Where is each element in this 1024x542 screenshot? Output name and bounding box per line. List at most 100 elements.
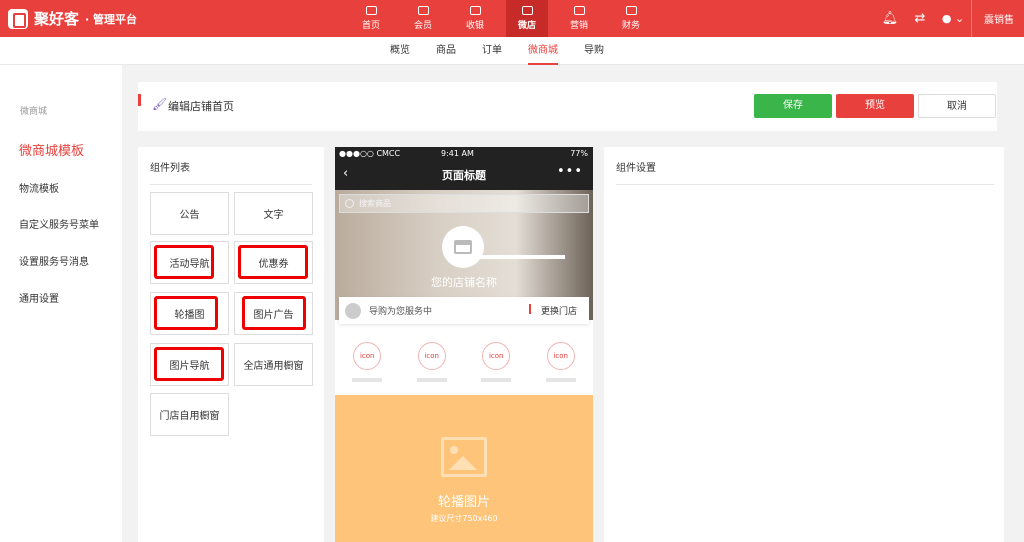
placeholder-icon: icon	[546, 342, 575, 370]
component-self-window[interactable]: 门店自用橱窗	[150, 393, 229, 436]
guide-bar: 导购为您服务中 更换门店	[339, 297, 589, 324]
topnav-label: 微店	[517, 21, 536, 31]
component-settings-panel: 组件设置	[604, 147, 1004, 542]
component-notice[interactable]: 公告	[150, 192, 229, 235]
search-icon	[345, 199, 354, 208]
placeholder-icon: icon	[353, 342, 382, 370]
battery-label: 77%	[570, 149, 588, 158]
phone-preview: ●●●○○ CMCC 9:41 AM 77% ‹ 页面标题 ••• 搜索商品 您…	[335, 147, 593, 542]
brand-subtitle: · 管理平台	[85, 12, 138, 26]
component-store-window[interactable]: 全店通用橱窗	[234, 343, 313, 386]
component-carousel[interactable]: 轮播图	[150, 292, 229, 335]
cashier-icon	[469, 6, 481, 15]
search-input[interactable]: 搜索商品	[339, 194, 589, 213]
phone-status-bar: ●●●○○ CMCC 9:41 AM 77%	[335, 147, 593, 160]
icon-nav-item[interactable]: icon	[414, 332, 450, 390]
sidebar-item-messages[interactable]: 设置服务号消息	[19, 253, 89, 268]
label-placeholder	[545, 378, 576, 382]
sliders-icon[interactable]: ⇄	[905, 0, 935, 37]
sidebar-title: 微商城	[20, 107, 48, 117]
subnav-microshop[interactable]: 微商城	[528, 37, 558, 65]
topnav-marketing[interactable]: 营销	[558, 0, 600, 37]
icon-nav-item[interactable]: icon	[478, 332, 514, 390]
shop-icon	[521, 6, 533, 15]
subnav-products[interactable]: 商品	[436, 37, 456, 65]
carousel-placeholder[interactable]: 轮播图片 建议尺寸750x460	[335, 395, 593, 542]
crown-icon	[417, 6, 429, 15]
change-store-link[interactable]: 更换门店	[541, 304, 577, 317]
subnav-guide[interactable]: 导购	[584, 37, 604, 65]
phone-nav-bar: ‹ 页面标题 •••	[335, 160, 593, 190]
topnav-label: 营销	[569, 21, 588, 31]
search-placeholder: 搜索商品	[359, 199, 391, 208]
component-list-title: 组件列表	[150, 163, 190, 174]
shop-switcher[interactable]: 震销售	[971, 0, 1024, 37]
accent-bar	[138, 94, 141, 106]
label-placeholder	[416, 378, 447, 382]
phone-page-title: 页面标题	[442, 169, 486, 182]
brush-icon: 🖌︎	[152, 97, 168, 111]
store-icon	[454, 240, 472, 254]
topnav-cashier[interactable]: 收银	[454, 0, 496, 37]
component-text[interactable]: 文字	[234, 192, 313, 235]
sidebar-item-logistics[interactable]: 物流模板	[19, 180, 59, 195]
sidebar-item-templates[interactable]: 微商城模板	[19, 140, 84, 159]
settings-title: 组件设置	[616, 163, 656, 174]
brand-name: 聚好客	[34, 10, 80, 28]
sub-nav: 概览 商品 订单 微商城 导购	[0, 37, 1024, 65]
topnav-label: 会员	[413, 21, 432, 31]
topnav-label: 财务	[621, 21, 640, 31]
carousel-title: 轮播图片	[437, 495, 490, 510]
box-icon	[573, 6, 585, 15]
placeholder-icon: icon	[482, 342, 511, 370]
list-icon	[529, 304, 538, 314]
icon-nav-row: icon icon icon icon	[335, 332, 593, 390]
subnav-orders[interactable]: 订单	[482, 37, 502, 65]
icon-nav-item[interactable]: icon	[349, 332, 385, 390]
topnav-shop[interactable]: 微店	[506, 0, 548, 37]
cancel-button[interactable]: 取消	[918, 94, 996, 118]
save-button[interactable]: 保存	[754, 94, 832, 118]
label-placeholder	[352, 378, 383, 382]
more-icon[interactable]: •••	[557, 164, 583, 179]
topnav-home[interactable]: 首页	[350, 0, 392, 37]
time-label: 9:41 AM	[441, 149, 474, 158]
card-icon	[625, 6, 637, 15]
sidebar-item-general[interactable]: 通用设置	[19, 290, 59, 305]
top-nav: 首页 会员 收银 微店 营销 财务	[350, 0, 662, 37]
brand-mark-icon	[8, 8, 28, 29]
component-activity-nav[interactable]: 活动导航	[150, 241, 229, 284]
home-icon	[365, 6, 377, 15]
bell-icon[interactable]: 🔔︎	[875, 0, 905, 37]
guide-text: 导购为您服务中	[369, 307, 433, 317]
topnav-label: 首页	[361, 21, 380, 31]
top-right-tools: 🔔︎ ⇄ ● ⌄ 震销售	[875, 0, 1024, 37]
sidebar: 微商城 微商城模板 物流模板 自定义服务号菜单 设置服务号消息 通用设置	[0, 65, 122, 542]
label-placeholder	[481, 378, 512, 382]
brand-logo[interactable]: 聚好客 · 管理平台	[8, 8, 137, 29]
component-image-ad[interactable]: 图片广告	[234, 292, 313, 335]
placeholder-icon: icon	[417, 342, 446, 370]
component-image-nav[interactable]: 图片导航	[150, 343, 229, 386]
image-icon	[441, 437, 487, 477]
avatar	[345, 303, 361, 319]
topnav-finance[interactable]: 财务	[610, 0, 652, 37]
store-logo	[442, 226, 484, 268]
divider	[616, 184, 994, 185]
carrier-label: ●●●○○ CMCC	[339, 149, 401, 158]
topnav-member[interactable]: 会员	[402, 0, 444, 37]
store-name: 您的店铺名称	[431, 276, 497, 289]
component-list-panel: 组件列表 公告 文字 活动导航 优惠券 轮播图 图片广告 图片导航 全店通用橱窗…	[138, 147, 324, 542]
topnav-label: 收银	[465, 21, 484, 31]
preview-button[interactable]: 预览	[836, 94, 914, 118]
icon-nav-item[interactable]: icon	[543, 332, 579, 390]
user-icon[interactable]: ● ⌄	[935, 0, 971, 37]
carousel-size-hint: 建议尺寸750x460	[430, 514, 498, 523]
edit-header: 🖌︎ 编辑店铺首页 保存 预览 取消	[138, 82, 997, 131]
page-title: 编辑店铺首页	[168, 100, 234, 113]
top-bar: 聚好客 · 管理平台 首页 会员 收银 微店 营销 财务 🔔︎ ⇄ ● ⌄ 震销…	[0, 0, 1024, 37]
divider	[150, 184, 312, 185]
subnav-overview[interactable]: 概览	[390, 37, 410, 65]
component-coupon[interactable]: 优惠券	[234, 241, 313, 284]
sidebar-item-menu[interactable]: 自定义服务号菜单	[19, 216, 99, 231]
